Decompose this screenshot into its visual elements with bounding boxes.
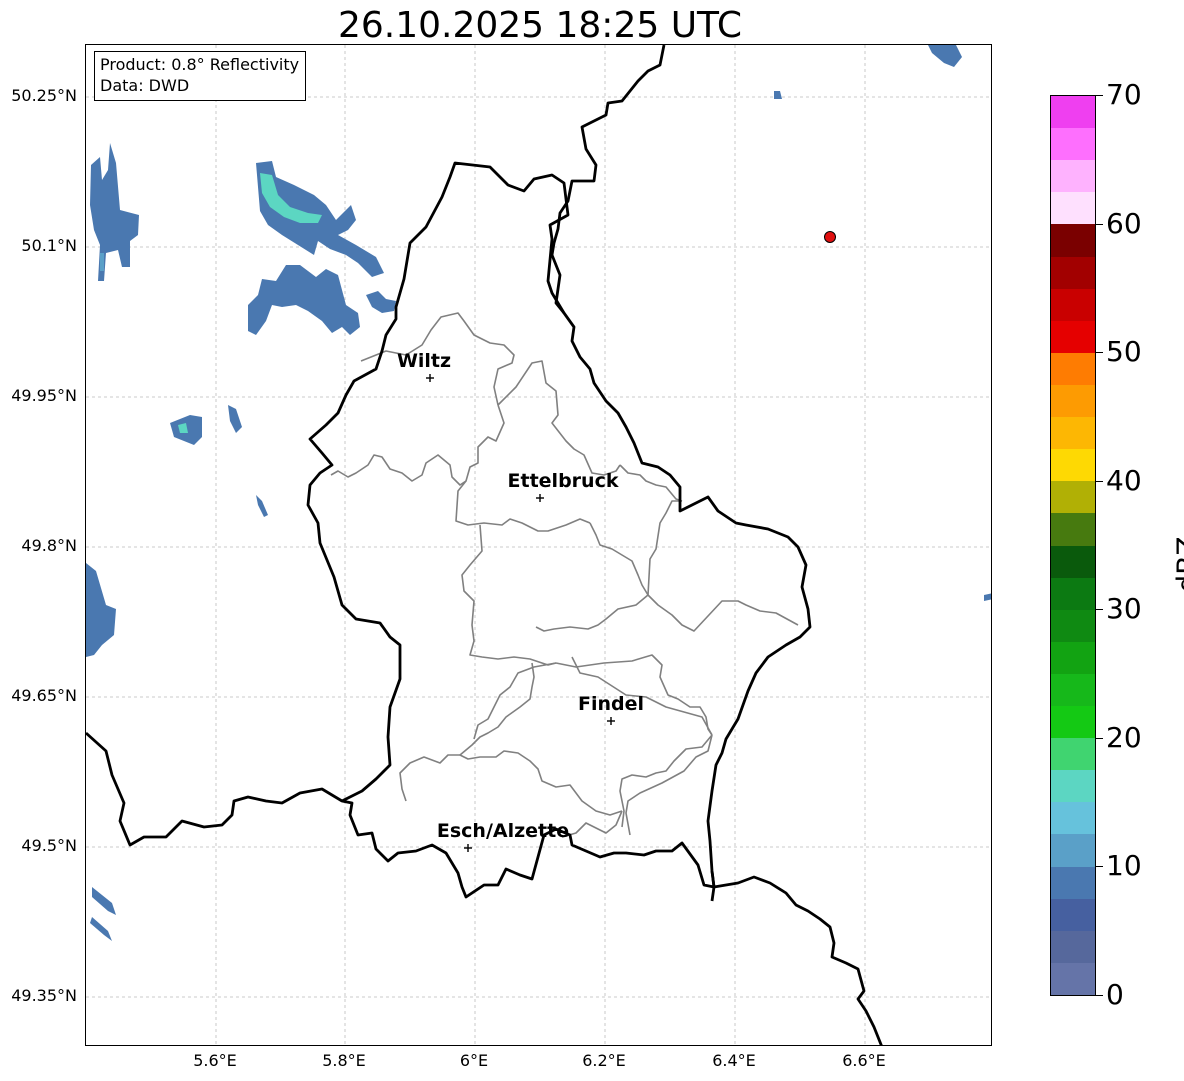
colorbar-segment [1051,384,1095,418]
colorbar-tick-label: 0 [1106,978,1124,1011]
lat-label: 49.65°N [11,686,77,705]
lon-label: 5.6°E [193,1051,237,1070]
colorbar-tick-label: 70 [1106,78,1142,111]
colorbar-tick [1096,609,1103,611]
radar-map[interactable] [85,44,992,1046]
echo-streak [256,495,268,517]
gridlines [86,45,991,1045]
border-fr-be-west [86,731,343,847]
border-de-be-north [550,45,666,314]
product-label: Product: 0.8° Reflectivity [100,55,300,74]
echo-cluster-nw [90,143,139,281]
colorbar-segment [1051,641,1095,674]
lat-label: 50.25°N [11,86,77,105]
lon-label: 6.2°E [582,1051,626,1070]
colorbar-tick [1096,95,1103,96]
colorbar-tick [1096,995,1103,996]
echo-dot-ne [774,91,782,99]
colorbar-tick-label: 10 [1106,849,1142,883]
colorbar-segment [1051,962,1095,995]
info-box: Product: 0.8° Reflectivity Data: DWD [94,51,307,101]
radar-site-marker [824,231,836,243]
city-marker-wiltz [426,374,434,382]
colorbar-tick [1096,737,1103,739]
colorbar-segment [1051,480,1095,514]
map-canvas [86,45,991,1045]
map-title: 26.10.2025 18:25 UTC [337,5,743,46]
colorbar-tick [1096,223,1103,225]
lon-label: 6°E [459,1051,489,1070]
echo-streak-east [984,593,991,601]
colorbar-segment [1051,898,1095,931]
colorbar-segment [1051,352,1095,385]
lat-label: 49.95°N [11,386,77,405]
colorbar-segment [1051,512,1095,546]
colorbar-segment [1051,769,1095,803]
city-label-findel: Findel [577,693,645,715]
city-marker-ettelbruck [536,494,544,502]
colorbar-segment [1051,288,1095,321]
city-label-wiltz: Wiltz [396,350,452,372]
colorbar-segment [1051,577,1095,610]
colorbar-segment [1051,416,1095,450]
radar-echoes [86,45,991,941]
colorbar-segment [1051,255,1095,289]
colorbar-segment [1051,737,1095,771]
echo-cluster-center [366,291,396,313]
national-borders [86,45,883,1045]
colorbar-segment [1051,705,1095,739]
echo-cluster-nw-core [100,253,104,271]
echo-cell-small [228,405,242,433]
district-borders [330,312,799,838]
data-source-label: Data: DWD [100,76,190,95]
colorbar [1050,95,1096,996]
city-marker-findel [607,717,615,725]
echo-cluster-sw [86,563,116,657]
colorbar-segment [1051,191,1095,225]
colorbar-segment [1051,448,1095,482]
colorbar-tick-label: 40 [1106,463,1142,497]
city-label-esch-alzette: Esch/Alzette [436,820,570,842]
colorbar-segment [1051,96,1095,129]
lat-label: 49.5°N [21,836,77,855]
city-markers [426,374,615,852]
colorbar-tick-label: 60 [1106,206,1142,240]
colorbar-segment [1051,609,1095,642]
lon-label: 6.4°E [712,1051,756,1070]
echo-streak-sw [90,887,116,941]
lon-label: 6.6°E [842,1051,886,1070]
colorbar-segment [1051,801,1095,835]
city-label-ettelbruck: Ettelbruck [507,470,619,492]
lat-label: 49.8°N [21,536,77,555]
colorbar-segment [1051,159,1095,193]
colorbar-segment [1051,930,1095,963]
colorbar-segment [1051,673,1095,707]
lon-label: 5.8°E [322,1051,366,1070]
border-de-fr-south [713,875,883,1045]
echo-cluster-north-low [248,265,360,335]
echo-cluster-ne [928,45,962,67]
lat-label: 50.1°N [21,236,77,255]
colorbar-tick [1096,480,1103,482]
colorbar-tick-label: 30 [1106,592,1142,626]
lat-label: 49.35°N [11,986,77,1005]
colorbar-segment [1051,865,1095,899]
colorbar-segment [1051,544,1095,578]
city-marker-esch [464,844,472,852]
colorbar-tick [1096,352,1103,354]
colorbar-title: dBZ [1170,536,1184,593]
colorbar-tick [1096,866,1103,868]
colorbar-tick-label: 50 [1106,335,1142,369]
colorbar-segment [1051,127,1095,161]
colorbar-segment [1051,223,1095,257]
colorbar-segment [1051,320,1095,353]
colorbar-tick-label: 20 [1106,720,1142,754]
colorbar-segment [1051,833,1095,867]
